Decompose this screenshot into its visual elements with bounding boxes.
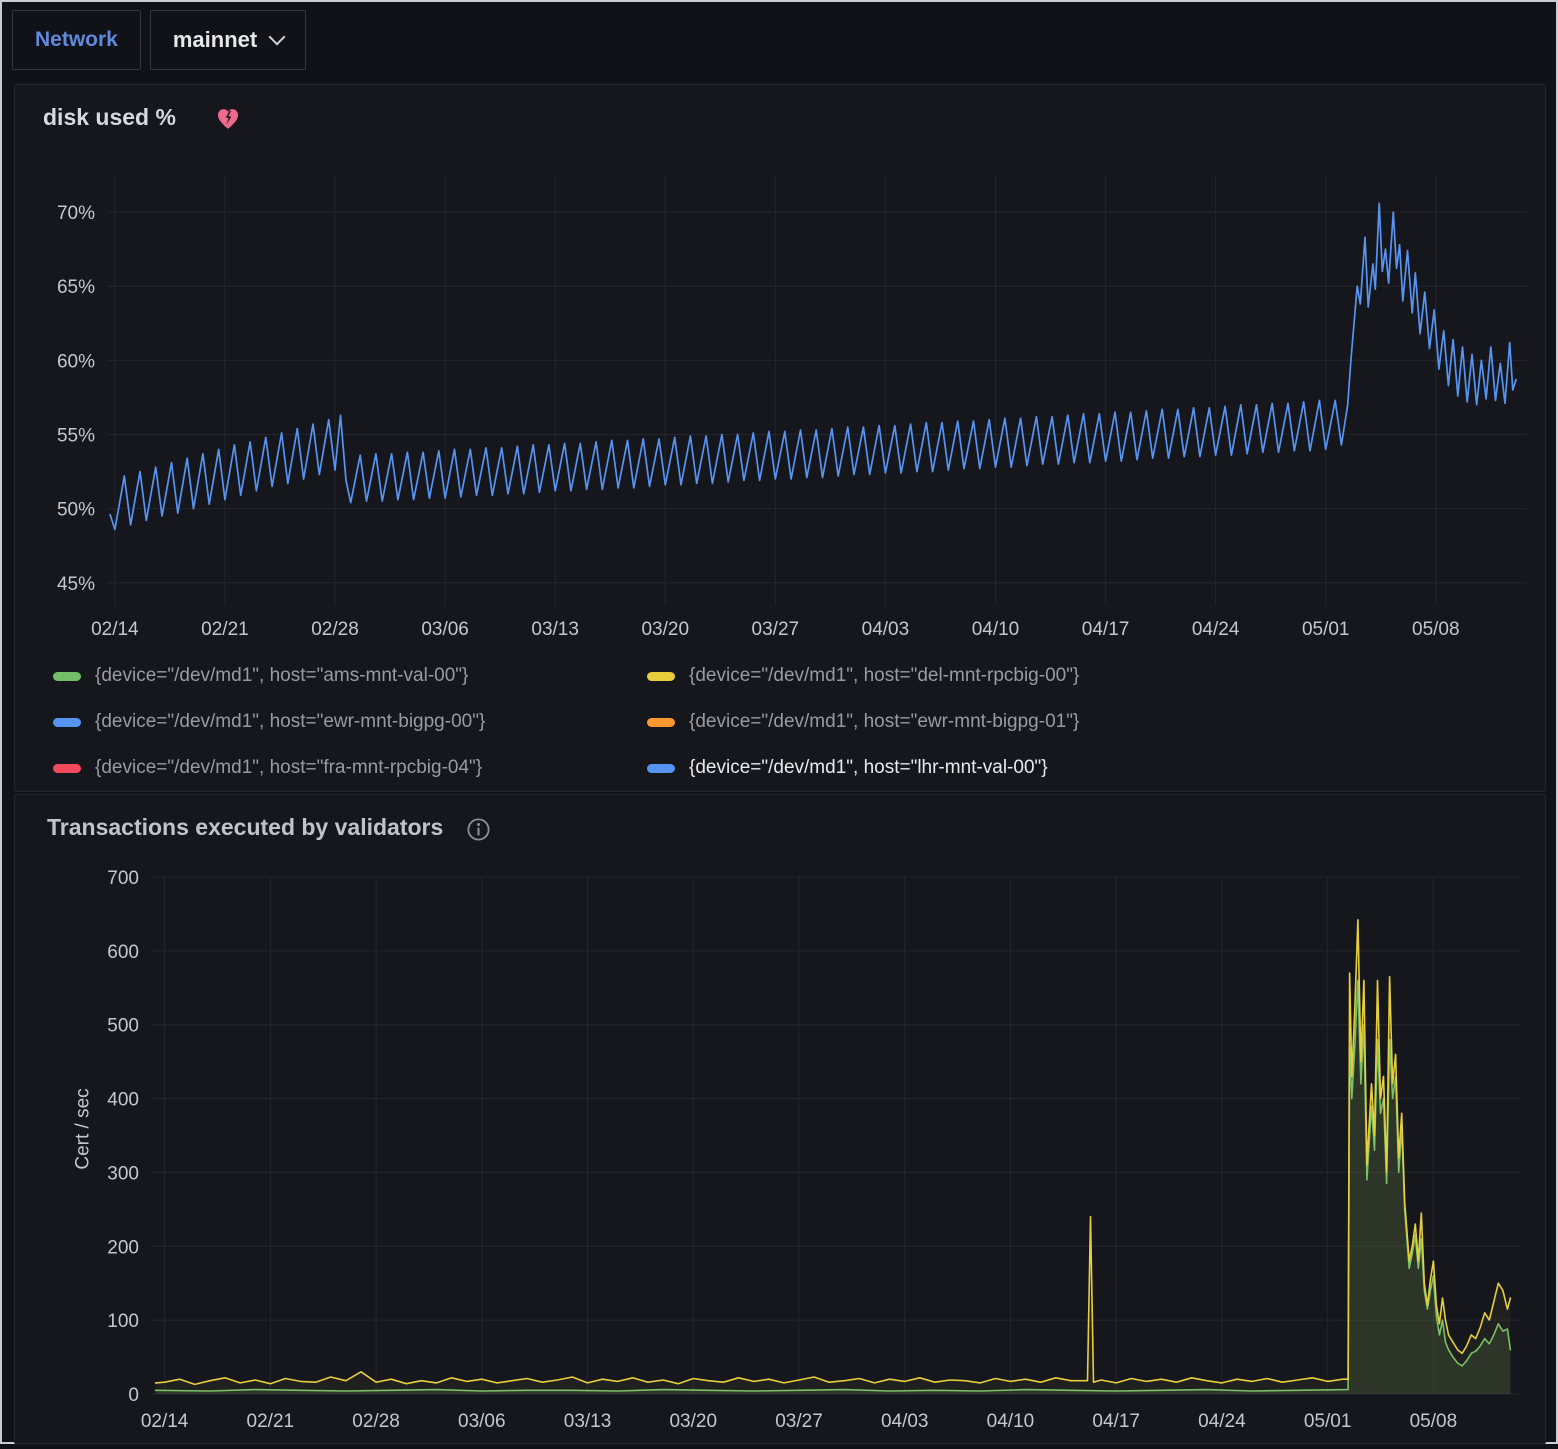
disk-used-chart-plot[interactable]: 02/14 02/21 02/28 03/06 03/13 03/20 03/27 04/03… xyxy=(15,135,1545,655)
series-color-swatch xyxy=(647,718,675,727)
series-line xyxy=(156,920,1511,1385)
x-tick-label: 05/01 xyxy=(1302,619,1350,640)
legend-item[interactable]: {device="/dev/md1", host="fra-mnt-rpcbig… xyxy=(53,755,647,781)
panel-header: Transactions executed by validators xyxy=(15,795,1545,845)
series-color-swatch xyxy=(647,764,675,773)
series-color-swatch xyxy=(53,764,81,773)
panel-header: disk used % xyxy=(15,85,1545,135)
x-tick-label: 05/08 xyxy=(1412,619,1460,640)
legend-item[interactable]: {device="/dev/md1", host="del-mnt-rpcbig… xyxy=(647,663,1545,689)
x-tick-label: 03/27 xyxy=(752,619,800,640)
y-tick-label: 60% xyxy=(57,351,95,372)
legend-item[interactable]: {device="/dev/md1", host="lhr-mnt-val-00… xyxy=(647,755,1545,781)
x-tick-label: 03/20 xyxy=(641,619,689,640)
series-line xyxy=(110,203,1516,529)
x-tick-label: 03/13 xyxy=(564,1411,612,1432)
x-tick-label: 03/13 xyxy=(531,619,579,640)
dashboard-variables-bar: Network mainnet xyxy=(12,10,306,70)
y-tick-label: 55% xyxy=(57,425,95,446)
series-area-fill xyxy=(156,920,1511,1394)
panel-disk-used: disk used % 02/14 02/21 02/28 03/06 03/13 03/… xyxy=(14,84,1546,792)
panel-title-transactions[interactable]: Transactions executed by validators xyxy=(43,814,443,841)
legend-item[interactable]: {device="/dev/md1", host="ams-mnt-val-00… xyxy=(53,663,647,689)
legend-item-label: {device="/dev/md1", host="ewr-mnt-bigpg-… xyxy=(95,709,485,735)
x-tick-label: 04/24 xyxy=(1198,1411,1246,1432)
transactions-chart-area: Cert / sec 02/14 02/21 02/28 03/06 03/13 03/2… xyxy=(15,849,1545,1449)
x-tick-label: 04/24 xyxy=(1192,619,1240,640)
variable-label-text[interactable]: Network xyxy=(35,28,118,52)
network-selected-value: mainnet xyxy=(173,27,257,53)
legend-item[interactable]: {device="/dev/md1", host="ewr-mnt-bigpg-… xyxy=(53,709,647,735)
x-tick-label: 03/06 xyxy=(458,1411,506,1432)
legend-item-label: {device="/dev/md1", host="del-mnt-rpcbig… xyxy=(689,663,1079,689)
y-tick-label: 70% xyxy=(57,203,95,224)
x-tick-label: 03/20 xyxy=(669,1411,717,1432)
panel-title-disk-used[interactable]: disk used % xyxy=(43,104,176,131)
series-area-fill xyxy=(156,980,1511,1394)
chevron-down-icon xyxy=(269,29,286,46)
legend-item-label: {device="/dev/md1", host="lhr-mnt-val-00… xyxy=(689,755,1048,781)
y-tick-label: 0 xyxy=(128,1385,139,1406)
x-tick-label: 02/21 xyxy=(201,619,249,640)
x-tick-label: 02/28 xyxy=(311,619,359,640)
x-tick-label: 04/17 xyxy=(1082,619,1130,640)
x-tick-label: 04/10 xyxy=(972,619,1020,640)
series-color-swatch xyxy=(53,672,81,681)
disk-used-legend: {device="/dev/md1", host="ams-mnt-val-00… xyxy=(53,663,1545,781)
x-tick-label: 04/03 xyxy=(862,619,910,640)
x-tick-label: 02/14 xyxy=(91,619,139,640)
legend-item-label: {device="/dev/md1", host="fra-mnt-rpcbig… xyxy=(95,755,482,781)
x-tick-label: 04/17 xyxy=(1092,1411,1140,1432)
x-tick-label: 03/06 xyxy=(421,619,469,640)
series-color-swatch xyxy=(53,718,81,727)
x-tick-label: 02/14 xyxy=(141,1411,189,1432)
panel-transactions: Transactions executed by validators Cert… xyxy=(14,794,1546,1444)
x-tick-label: 02/28 xyxy=(352,1411,400,1432)
x-tick-label: 02/21 xyxy=(247,1411,295,1432)
x-tick-label: 03/27 xyxy=(775,1411,823,1432)
legend-item-label: {device="/dev/md1", host="ewr-mnt-bigpg-… xyxy=(689,709,1079,735)
x-tick-label: 04/03 xyxy=(881,1411,929,1432)
transactions-chart-plot[interactable]: 02/14 02/21 02/28 03/06 03/13 03/20 03/27 04/03… xyxy=(15,849,1545,1449)
y-tick-label: 45% xyxy=(57,574,95,595)
info-icon[interactable] xyxy=(465,816,492,843)
series-color-swatch xyxy=(647,672,675,681)
y-axis-label: Cert / sec xyxy=(43,849,124,1409)
network-select-dropdown[interactable]: mainnet xyxy=(150,10,306,70)
x-tick-label: 05/01 xyxy=(1304,1411,1352,1432)
x-tick-label: 05/08 xyxy=(1410,1411,1458,1432)
alert-broken-heart-icon xyxy=(214,104,242,132)
y-tick-label: 65% xyxy=(57,277,95,298)
y-tick-label: 50% xyxy=(57,500,95,521)
legend-item-label: {device="/dev/md1", host="ams-mnt-val-00… xyxy=(95,663,468,689)
variable-label-network: Network xyxy=(12,10,141,70)
series-line xyxy=(156,980,1511,1391)
x-tick-label: 04/10 xyxy=(987,1411,1035,1432)
legend-item[interactable]: {device="/dev/md1", host="ewr-mnt-bigpg-… xyxy=(647,709,1545,735)
